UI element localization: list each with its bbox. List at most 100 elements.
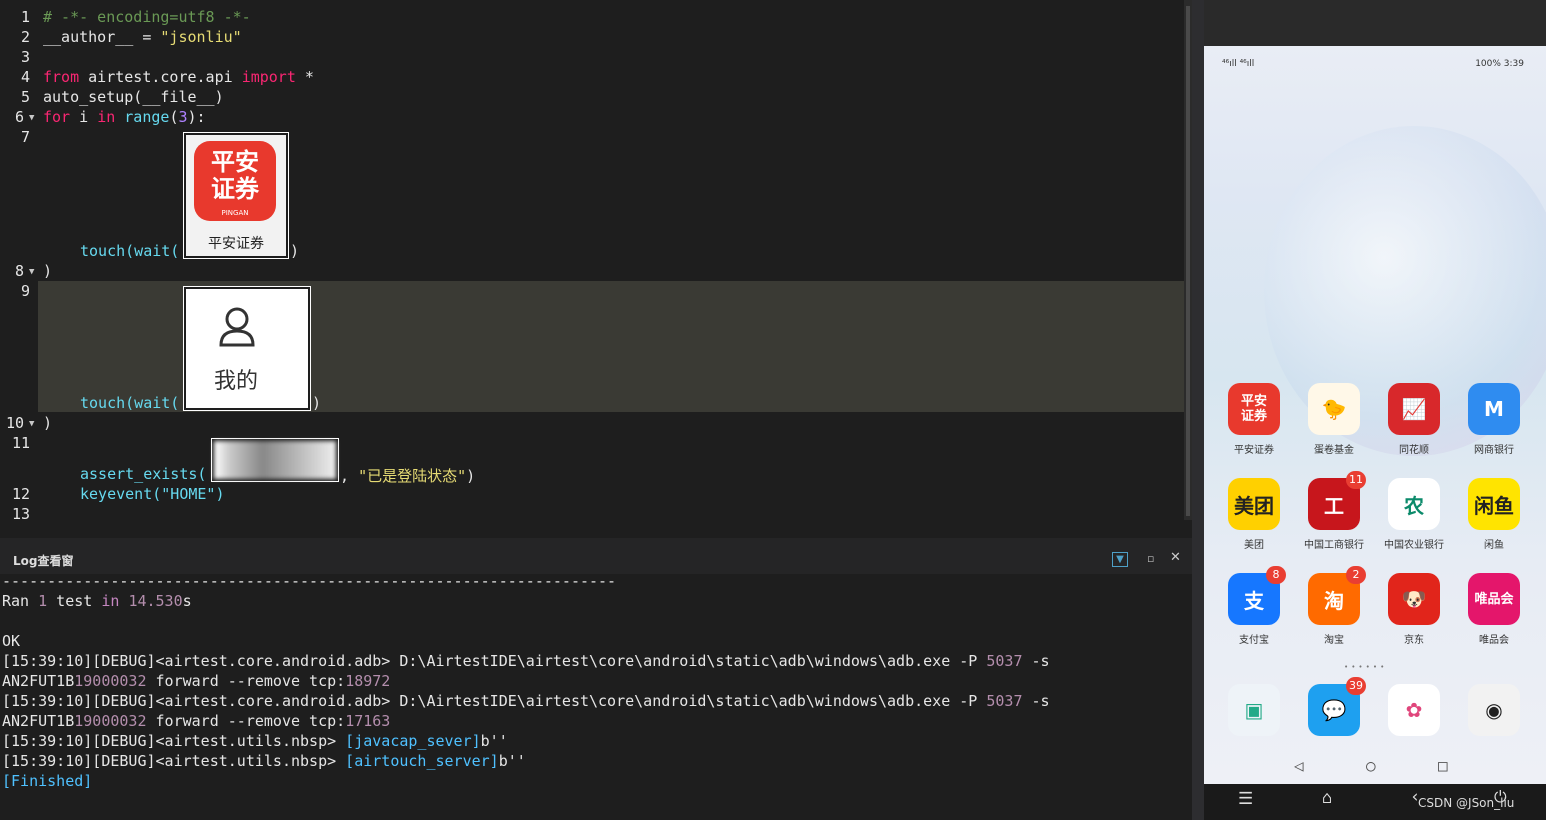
app-label: 闲鱼 [1484,540,1504,551]
log-number: 18972 [345,672,391,690]
app-dock-tile[interactable]: ▣ [1219,684,1289,736]
code-function: assert_exists( [80,465,207,483]
log-number: 5037 [986,652,1023,670]
log-line: [15:39:10][DEBUG]<airtest.utils.nbsp> [j… [2,732,508,750]
log-tag: [airtouch_server] [345,752,499,770]
code-token: i [70,108,98,126]
app-icon: 农 [1388,478,1440,530]
fold-toggle-icon[interactable]: ▼ [29,267,34,277]
panel-splitter[interactable] [1192,0,1204,820]
code-token: * [295,68,314,86]
log-text: test [47,592,102,610]
home-nav-icon[interactable]: ○ [1366,756,1376,775]
log-keyword: in [101,592,120,610]
app-icon: 美团 [1228,478,1280,530]
code-keyword: for [43,108,71,126]
app-dock-tile[interactable]: 💬 39 [1299,677,1369,736]
log-number: 17163 [345,712,391,730]
app-label: 唯品会 [1479,635,1509,646]
code-line: , "已是登陆状态") [340,465,475,486]
code-function: touch [80,394,126,412]
app-label: 平安证券 [1234,445,1274,456]
image-template-mine[interactable]: 我的 [183,286,311,411]
user-icon [219,307,255,347]
app-美团-tile[interactable]: 美团 美团 [1219,478,1289,551]
app-icon: 闲鱼 [1468,478,1520,530]
code-keyword: in [97,108,116,126]
app-icon: 📈 [1388,383,1440,435]
fold-toggle-icon[interactable]: ▼ [29,419,34,429]
notification-badge: 11 [1346,471,1366,489]
log-text: Ran [2,592,39,610]
app-同花顺-tile[interactable]: 📈 同花顺 [1379,383,1449,456]
line-number: 6 [14,108,24,126]
mine-label: 我的 [213,369,258,394]
page-indicator: •••••• [1344,663,1388,671]
log-line: AN2FUT1B19000032 forward --remove tcp:18… [2,672,390,690]
status-battery-time: 100% 3:39 [1475,59,1524,69]
log-text: [15:39:10][DEBUG]<airtest.core.android.a… [2,652,987,670]
log-line: AN2FUT1B19000032 forward --remove tcp:17… [2,712,390,730]
device-home-screen[interactable]: ⁴⁶ıll ⁴⁶ıll 100% 3:39 平安 证券 平安证券 🐤 蛋卷基金 📈 同花顺… [1204,46,1546,784]
line-number: 10 [5,414,24,432]
line-number: 9 [20,282,30,300]
code-string: "jsonliu" [160,28,242,46]
app-中国工商银行-tile[interactable]: 工 11 中国工商银行 [1299,471,1369,551]
app-淘宝-tile[interactable]: 淘 2 淘宝 [1299,566,1369,646]
log-text: -s [1022,692,1050,710]
image-template-blurred[interactable] [211,438,339,482]
fold-toggle-icon[interactable]: ▼ [29,113,34,123]
log-number: 1 [38,592,48,610]
app-icon: 唯品会 [1468,573,1520,625]
log-finished: [Finished] [2,772,93,790]
app-dock-tile[interactable]: ✿ [1379,684,1449,736]
app-闲鱼-tile[interactable]: 闲鱼 闲鱼 [1459,478,1529,551]
log-line: [15:39:10][DEBUG]<airtest.utils.nbsp> [a… [2,752,526,770]
home-icon[interactable]: ⌂ [1322,788,1332,808]
filter-icon[interactable]: ▼ [1112,552,1128,567]
notification-badge: 39 [1346,677,1366,695]
log-text: forward --remove tcp: [146,712,346,730]
app-label: 美团 [1244,540,1264,551]
app-icon: ▣ [1228,684,1280,736]
code-line: for i in range(3): [43,108,206,126]
code-line: __author__ = "jsonliu" [43,28,242,46]
line-number: 5 [20,88,30,106]
recents-nav-icon[interactable]: □ [1438,756,1448,775]
float-panel-icon[interactable]: ▫ [1147,552,1154,565]
code-function: (wait( [125,394,180,412]
code-function: keyevent("HOME") [80,485,225,503]
airtest-ide-window: 1 2 3 4 5 6 ▼ 7 8 ▼ 9 10 ▼ 11 12 13 # -*… [0,0,1546,820]
app-京东-tile[interactable]: 🐶 京东 [1379,573,1449,646]
log-text: [15:39:10][DEBUG]<airtest.core.android.a… [2,692,987,710]
app-网商银行-tile[interactable]: M 网商银行 [1459,383,1529,456]
app-icon: 🐤 [1308,383,1360,435]
app-icon: 🐶 [1388,573,1440,625]
code-paren: ) [290,242,300,260]
code-paren: ) [43,414,53,432]
line-number: 8 [14,262,24,280]
image-template-pingan[interactable]: 平安 证券 PINGAN 平安证券 [183,132,289,259]
log-text: AN2FUT1B [2,672,75,690]
code-function: (wait( [125,242,180,260]
code-line: touch(wait( [80,242,179,260]
code-number: 3 [178,108,188,126]
app-蛋卷基金-tile[interactable]: 🐤 蛋卷基金 [1299,383,1369,456]
device-screen-panel[interactable]: ⁴⁶ıll ⁴⁶ıll 100% 3:39 平安 证券 平安证券 🐤 蛋卷基金 📈 同花顺… [1204,0,1546,820]
line-number: 13 [11,505,30,523]
close-icon[interactable]: ✕ [1170,550,1181,565]
code-token: ) [466,467,476,485]
app-label: 中国工商银行 [1304,540,1364,551]
menu-icon[interactable]: ☰ [1238,789,1253,809]
app-dock-tile[interactable]: ◉ [1459,684,1529,736]
app-支付宝-tile[interactable]: 支 8 支付宝 [1219,566,1289,646]
editor-scrollbar-thumb[interactable] [1186,6,1190,516]
back-nav-icon[interactable]: ◁ [1294,756,1304,775]
app-label: 蛋卷基金 [1314,445,1354,456]
code-editor[interactable]: 1 2 3 4 5 6 ▼ 7 8 ▼ 9 10 ▼ 11 12 13 # -*… [0,0,1192,532]
code-line: from airtest.core.api import * [43,68,314,86]
app-平安证券-tile[interactable]: 平安 证券 平安证券 [1219,383,1289,456]
app-中国农业银行-tile[interactable]: 农中国农业银行 [1379,478,1449,551]
line-number: 3 [20,48,30,66]
app-唯品会-tile[interactable]: 唯品会 唯品会 [1459,573,1529,646]
